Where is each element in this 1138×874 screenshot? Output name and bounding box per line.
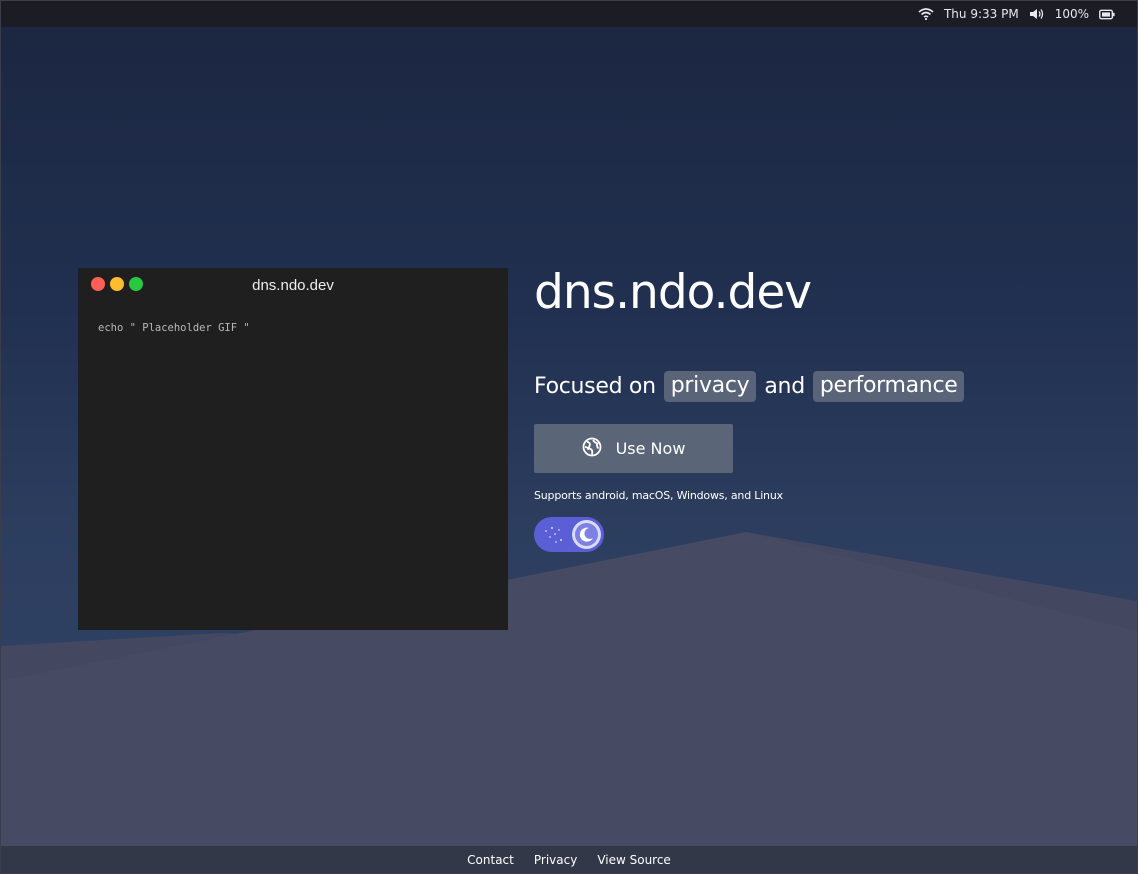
tagline-highlight-performance: performance: [812, 371, 965, 402]
desktop-screen: Thu 9:33 PM 100% dns.ndo.dev echo " Plac…: [0, 0, 1138, 874]
tagline-highlight-privacy: privacy: [663, 371, 757, 402]
footer-link-view-source[interactable]: View Source: [597, 853, 671, 867]
tagline-connector: and: [764, 374, 805, 399]
terminal-title: dns.ndo.dev: [252, 277, 334, 294]
footer-link-contact[interactable]: Contact: [467, 853, 514, 867]
wifi-icon[interactable]: [918, 8, 934, 20]
toggle-knob[interactable]: [572, 520, 601, 549]
clock-text[interactable]: Thu 9:33 PM: [944, 7, 1019, 21]
terminal-window: dns.ndo.dev echo " Placeholder GIF ": [78, 268, 508, 630]
use-now-button[interactable]: Use Now: [534, 424, 733, 473]
volume-icon[interactable]: [1029, 8, 1045, 20]
supported-platforms-text: Supports android, macOS, Windows, and Li…: [534, 489, 783, 502]
tagline-prefix: Focused on: [534, 374, 656, 399]
page-title: dns.ndo.dev: [534, 265, 812, 320]
globe-icon: [582, 437, 602, 461]
battery-percent[interactable]: 100%: [1055, 7, 1089, 21]
system-tray: Thu 9:33 PM 100%: [918, 6, 1115, 22]
stars-icon: [545, 527, 562, 543]
terminal-command: echo " Placeholder GIF ": [98, 322, 250, 334]
battery-icon[interactable]: [1099, 9, 1115, 20]
footer-link-privacy[interactable]: Privacy: [534, 853, 577, 867]
tagline: Focused on privacy and performance: [534, 371, 965, 402]
use-now-label: Use Now: [615, 439, 686, 458]
theme-toggle[interactable]: [534, 517, 604, 552]
footer: Contact Privacy View Source: [1, 846, 1137, 873]
moon-icon: [575, 523, 598, 546]
status-bar: Thu 9:33 PM 100%: [1, 1, 1137, 27]
